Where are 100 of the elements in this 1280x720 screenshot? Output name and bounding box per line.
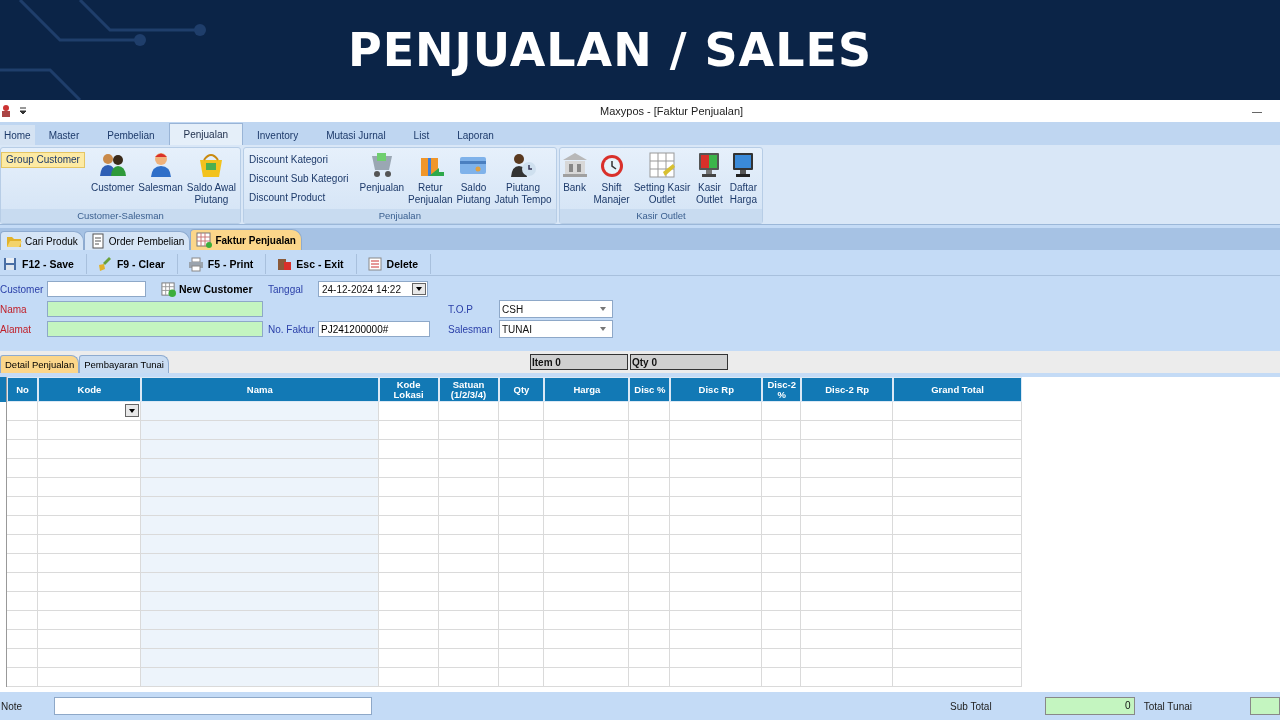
table-cell[interactable] (801, 630, 894, 649)
table-cell[interactable] (37, 516, 141, 535)
table-cell[interactable] (140, 459, 379, 478)
ribbon-button[interactable]: Discount Sub Kategori (244, 171, 354, 187)
table-cell[interactable] (801, 535, 894, 554)
table-cell[interactable] (498, 516, 545, 535)
customer-field[interactable] (47, 281, 146, 297)
table-cell[interactable] (762, 630, 802, 649)
grid-icon[interactable] (647, 150, 677, 180)
table-cell[interactable] (140, 630, 379, 649)
table-cell[interactable] (893, 535, 1022, 554)
table-cell[interactable] (498, 535, 545, 554)
column-header[interactable]: Nama (140, 377, 379, 402)
table-cell[interactable] (544, 649, 630, 668)
table-cell[interactable] (438, 497, 499, 516)
document-tab[interactable]: Cari Produk (0, 231, 84, 250)
table-cell[interactable] (140, 668, 379, 687)
table-cell[interactable] (378, 573, 439, 592)
table-cell[interactable] (37, 497, 141, 516)
table-cell[interactable] (140, 478, 379, 497)
table-cell[interactable] (37, 402, 141, 421)
table-cell[interactable] (544, 630, 630, 649)
table-cell[interactable] (629, 402, 671, 421)
table-cell[interactable] (438, 592, 499, 611)
table-cell[interactable] (438, 421, 499, 440)
table-cell[interactable] (629, 668, 671, 687)
table-cell[interactable] (629, 421, 671, 440)
table-cell[interactable] (801, 497, 894, 516)
table-cell[interactable] (37, 535, 141, 554)
table-cell[interactable] (893, 497, 1022, 516)
ribbon-button[interactable]: Discount Product (244, 190, 354, 206)
table-cell[interactable] (378, 459, 439, 478)
table-cell[interactable] (762, 611, 802, 630)
table-cell[interactable] (893, 630, 1022, 649)
table-cell[interactable] (438, 630, 499, 649)
table-cell[interactable] (670, 421, 763, 440)
table-cell[interactable] (378, 421, 439, 440)
table-cell[interactable] (629, 459, 671, 478)
table-cell[interactable] (629, 497, 671, 516)
column-header[interactable]: Disc-2 % (762, 377, 802, 402)
table-cell[interactable] (670, 573, 763, 592)
table-cell[interactable] (629, 554, 671, 573)
table-cell[interactable] (140, 516, 379, 535)
table-cell[interactable] (438, 554, 499, 573)
table-cell[interactable] (670, 668, 763, 687)
ribbon-tab[interactable]: Pembelian (93, 125, 169, 145)
table-cell[interactable] (140, 611, 379, 630)
table-cell[interactable] (801, 440, 894, 459)
column-header[interactable]: Kode (37, 377, 141, 402)
minimize-button[interactable]: — (1234, 105, 1280, 117)
table-cell[interactable] (544, 421, 630, 440)
table-cell[interactable] (670, 630, 763, 649)
table-cell[interactable] (498, 630, 545, 649)
table-cell[interactable] (762, 440, 802, 459)
table-cell[interactable] (37, 459, 141, 478)
table-cell[interactable] (438, 478, 499, 497)
table-cell[interactable] (544, 592, 630, 611)
dropdown-icon[interactable] (124, 404, 139, 417)
table-cell[interactable] (7, 630, 38, 649)
table-cell[interactable] (498, 478, 545, 497)
table-cell[interactable] (378, 630, 439, 649)
tab[interactable]: Detail Penjualan (0, 355, 80, 373)
table-cell[interactable] (7, 402, 38, 421)
toolbar-button[interactable]: Delete (364, 254, 432, 274)
table-cell[interactable] (670, 478, 763, 497)
table-cell[interactable] (762, 516, 802, 535)
column-header[interactable]: Disc % (629, 377, 671, 402)
toolbar-button[interactable]: F5 - Print (185, 254, 267, 274)
column-header[interactable]: Kode Lokasi (378, 377, 439, 402)
table-cell[interactable] (801, 592, 894, 611)
table-cell[interactable] (544, 554, 630, 573)
column-header[interactable]: No (7, 377, 38, 402)
table-cell[interactable] (801, 649, 894, 668)
table-cell[interactable] (629, 535, 671, 554)
table-cell[interactable] (7, 478, 38, 497)
table-cell[interactable] (893, 668, 1022, 687)
table-cell[interactable] (438, 668, 499, 687)
table-cell[interactable] (7, 573, 38, 592)
table-cell[interactable] (140, 573, 379, 592)
table-cell[interactable] (378, 535, 439, 554)
table-cell[interactable] (37, 611, 141, 630)
table-cell[interactable] (670, 497, 763, 516)
ribbon-button-label[interactable]: Customer (90, 182, 135, 194)
table-cell[interactable] (762, 497, 802, 516)
table-cell[interactable] (37, 478, 141, 497)
table-cell[interactable] (378, 592, 439, 611)
document-tab[interactable]: Faktur Penjualan (190, 229, 302, 250)
table-cell[interactable] (498, 459, 545, 478)
table-cell[interactable] (140, 497, 379, 516)
table-cell[interactable] (893, 440, 1022, 459)
table-cell[interactable] (629, 611, 671, 630)
table-cell[interactable] (544, 497, 630, 516)
table-cell[interactable] (37, 649, 141, 668)
table-cell[interactable] (762, 592, 802, 611)
table-cell[interactable] (893, 554, 1022, 573)
address-field[interactable] (47, 321, 263, 337)
table-cell[interactable] (801, 459, 894, 478)
tab[interactable]: Pembayaran Tunai (79, 355, 169, 373)
ribbon-button-label[interactable]: Bank (563, 182, 586, 194)
table-cell[interactable] (498, 649, 545, 668)
